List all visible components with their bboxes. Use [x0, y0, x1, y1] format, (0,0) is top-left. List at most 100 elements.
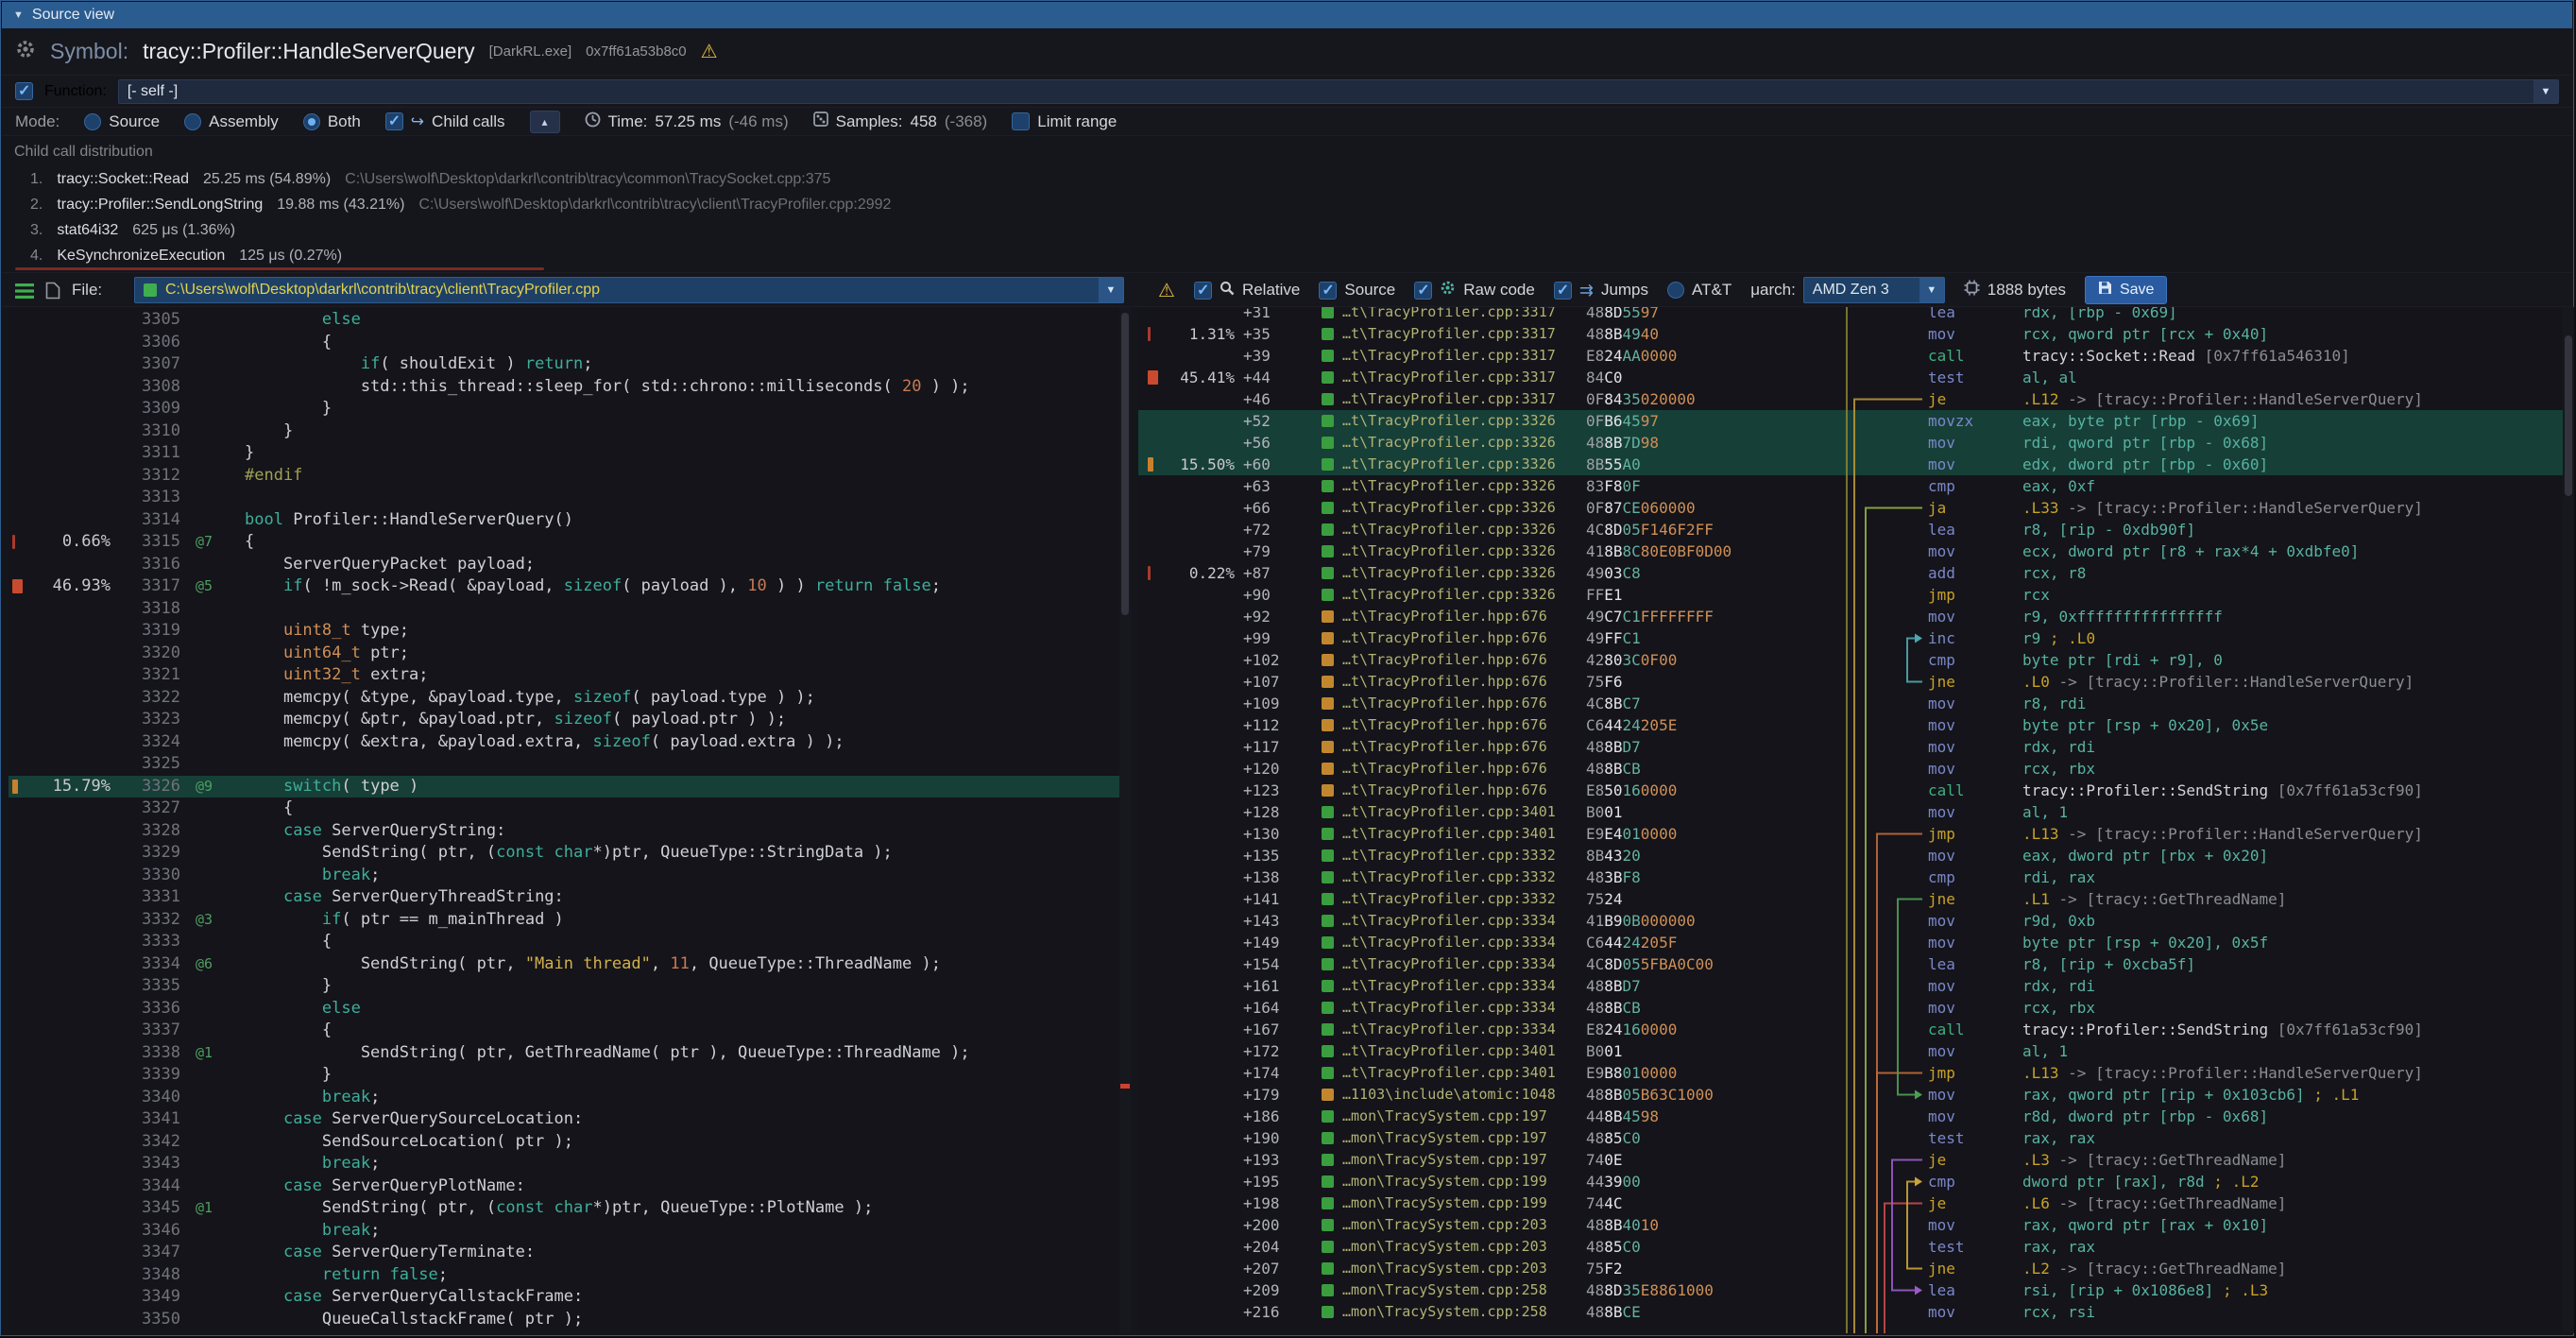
source-line[interactable]: 3321 uint32_t extra;	[9, 664, 1131, 687]
asm-source-location[interactable]: …t\TracyProfiler.hpp:676	[1342, 606, 1580, 627]
asm-instruction-row[interactable]: +31…t\TracyProfiler.cpp:3317488D5597lear…	[1138, 307, 2563, 323]
asm-instruction-row[interactable]: +130…t\TracyProfiler.cpp:3401E9E4010000j…	[1138, 823, 2563, 845]
asm-source-location[interactable]: …t\TracyProfiler.cpp:3326	[1342, 410, 1580, 432]
asm-source-location[interactable]: …t\TracyProfiler.cpp:3326	[1342, 432, 1580, 454]
mode-radio-assembly[interactable]: Assembly	[184, 112, 279, 131]
collapse-icon[interactable]: ▼	[13, 9, 24, 21]
asm-instruction-row[interactable]: +46…t\TracyProfiler.cpp:33170F8435020000…	[1138, 388, 2563, 410]
asm-instruction-row[interactable]: +200…mon\TracySystem.cpp:203488B4010movr…	[1138, 1214, 2563, 1236]
source-line[interactable]: 3309 }	[9, 398, 1131, 420]
asm-source-location[interactable]: …t\TracyProfiler.cpp:3326	[1342, 497, 1580, 519]
function-checkbox[interactable]	[15, 82, 33, 100]
asm-instruction-row[interactable]: +135…t\TracyProfiler.cpp:33328B4320movea…	[1138, 845, 2563, 866]
asm-instruction-row[interactable]: +149…t\TracyProfiler.cpp:3334C64424205Fm…	[1138, 932, 2563, 953]
asm-instruction-row[interactable]: 0.22%+87…t\TracyProfiler.cpp:33264903C8a…	[1138, 562, 2563, 584]
source-line[interactable]: 3307 if( shouldExit ) return;	[9, 353, 1131, 376]
asm-source-location[interactable]: …mon\TracySystem.cpp:199	[1342, 1192, 1580, 1214]
asm-source-location[interactable]: …t\TracyProfiler.cpp:3332	[1342, 845, 1580, 866]
source-line[interactable]: 3312#endif	[9, 465, 1131, 488]
asm-source-location[interactable]: …t\TracyProfiler.hpp:676	[1342, 671, 1580, 693]
source-line[interactable]: 3339 }	[9, 1064, 1131, 1087]
asm-source-location[interactable]: …t\TracyProfiler.cpp:3332	[1342, 866, 1580, 888]
source-line[interactable]: 3311}	[9, 442, 1131, 465]
asm-source-location[interactable]: …t\TracyProfiler.cpp:3326	[1342, 475, 1580, 497]
asm-source-location[interactable]: …t\TracyProfiler.hpp:676	[1342, 693, 1580, 714]
source-line[interactable]: 3344 case ServerQueryPlotName:	[9, 1175, 1131, 1198]
child-call-row[interactable]: 2. tracy::Profiler::SendLongString 19.88…	[2, 194, 891, 216]
asm-source-location[interactable]: …mon\TracySystem.cpp:197	[1342, 1127, 1580, 1149]
asm-source-location[interactable]: …t\TracyProfiler.cpp:3332	[1342, 888, 1580, 910]
source-line[interactable]: 3310 }	[9, 420, 1131, 443]
asm-instruction-row[interactable]: +52…t\TracyProfiler.cpp:33260FB64597movz…	[1138, 410, 2563, 432]
asm-instruction-row[interactable]: +99…t\TracyProfiler.hpp:67649FFC1incr9 ;…	[1138, 627, 2563, 649]
asm-instruction-row[interactable]: 15.50%+60…t\TracyProfiler.cpp:33268B55A0…	[1138, 454, 2563, 475]
asm-instruction-row[interactable]: +66…t\TracyProfiler.cpp:33260F87CE060000…	[1138, 497, 2563, 519]
asm-instruction-row[interactable]: +209…mon\TracySystem.cpp:258488D35E88610…	[1138, 1279, 2563, 1301]
asm-source-location[interactable]: …t\TracyProfiler.hpp:676	[1342, 714, 1580, 736]
asm-instruction-row[interactable]: +92…t\TracyProfiler.hpp:67649C7C1FFFFFFF…	[1138, 606, 2563, 627]
asm-instruction-row[interactable]: +141…t\TracyProfiler.cpp:33327524jne.L1 …	[1138, 888, 2563, 910]
source-line[interactable]: 3350 QueueCallstackFrame( ptr );	[9, 1309, 1131, 1331]
function-select[interactable]: [- self -] ▼	[118, 79, 2559, 104]
child-calls-checkbox[interactable]: ↪ Child calls	[385, 112, 505, 131]
asm-source-location[interactable]: …t\TracyProfiler.cpp:3326	[1342, 454, 1580, 475]
source-line[interactable]: 3346 break;	[9, 1220, 1131, 1243]
asm-instruction-row[interactable]: 45.41%+44…t\TracyProfiler.cpp:331784C0te…	[1138, 367, 2563, 388]
small-toggle-button[interactable]: ▴	[530, 111, 560, 133]
source-line[interactable]: 3306 {	[9, 332, 1131, 354]
asm-source-location[interactable]: …mon\TracySystem.cpp:203	[1342, 1236, 1580, 1258]
asm-source-location[interactable]: …t\TracyProfiler.hpp:676	[1342, 627, 1580, 649]
child-call-row[interactable]: 1. tracy::Socket::Read 25.25 ms (54.89%)…	[2, 168, 830, 191]
asm-instruction-row[interactable]: +154…t\TracyProfiler.cpp:33344C8D055FBA0…	[1138, 953, 2563, 975]
source-line[interactable]: 15.79%3326@9 switch( type )	[9, 776, 1131, 798]
asm-source-location[interactable]: …t\TracyProfiler.cpp:3334	[1342, 932, 1580, 953]
source-line[interactable]: 3328 case ServerQueryString:	[9, 820, 1131, 843]
asm-instruction-row[interactable]: +193…mon\TracySystem.cpp:197740Eje.L3 ->…	[1138, 1149, 2563, 1171]
asm-instruction-row[interactable]: +198…mon\TracySystem.cpp:199744Cje.L6 ->…	[1138, 1192, 2563, 1214]
source-line[interactable]: 3327 {	[9, 798, 1131, 820]
save-button[interactable]: Save	[2085, 276, 2167, 304]
asm-source-location[interactable]: …t\TracyProfiler.cpp:3317	[1342, 388, 1580, 410]
source-line[interactable]: 3342 SendSourceLocation( ptr );	[9, 1131, 1131, 1154]
chevron-down-icon[interactable]: ▼	[2533, 80, 2558, 103]
asm-instruction-row[interactable]: +161…t\TracyProfiler.cpp:3334488BD7movrd…	[1138, 975, 2563, 997]
asm-instruction-row[interactable]: +138…t\TracyProfiler.cpp:3332483BF8cmprd…	[1138, 866, 2563, 888]
asm-source-location[interactable]: …t\TracyProfiler.hpp:676	[1342, 649, 1580, 671]
asm-instruction-row[interactable]: +56…t\TracyProfiler.cpp:3326488B7D98movr…	[1138, 432, 2563, 454]
asm-instruction-row[interactable]: +123…t\TracyProfiler.hpp:676E850160000ca…	[1138, 780, 2563, 801]
asm-source-location[interactable]: …mon\TracySystem.cpp:197	[1342, 1106, 1580, 1127]
source-line[interactable]: 3337 {	[9, 1020, 1131, 1042]
asm-source-location[interactable]: …1103\include\atomic:1048	[1342, 1084, 1580, 1106]
asm-source-location[interactable]: …t\TracyProfiler.cpp:3317	[1342, 323, 1580, 345]
asm-source-location[interactable]: …t\TracyProfiler.cpp:3326	[1342, 540, 1580, 562]
source-checkbox[interactable]: Source	[1319, 281, 1395, 300]
source-line[interactable]: 3318	[9, 598, 1131, 621]
asm-source-location[interactable]: …t\TracyProfiler.cpp:3326	[1342, 562, 1580, 584]
asm-source-location[interactable]: …t\TracyProfiler.cpp:3326	[1342, 584, 1580, 606]
source-line[interactable]: 3313	[9, 487, 1131, 509]
limit-range-checkbox[interactable]: Limit range	[1012, 112, 1117, 131]
assembly-vscrollbar[interactable]	[2563, 307, 2574, 1333]
asm-source-location[interactable]: …t\TracyProfiler.cpp:3334	[1342, 975, 1580, 997]
asm-instruction-row[interactable]: +164…t\TracyProfiler.cpp:3334488BCBmovrc…	[1138, 997, 2563, 1019]
chevron-down-icon[interactable]: ▼	[1099, 278, 1123, 302]
asm-instruction-row[interactable]: +90…t\TracyProfiler.cpp:3326FFE1jmprcx	[1138, 584, 2563, 606]
titlebar[interactable]: ▼ Source view	[2, 2, 2572, 28]
asm-instruction-row[interactable]: +117…t\TracyProfiler.hpp:676488BD7movrdx…	[1138, 736, 2563, 758]
source-vscroll-thumb[interactable]	[1121, 313, 1129, 615]
mode-radio-source[interactable]: Source	[84, 112, 160, 131]
asm-source-location[interactable]: …t\TracyProfiler.cpp:3326	[1342, 519, 1580, 540]
asm-instruction-row[interactable]: +112…t\TracyProfiler.hpp:676C64424205Emo…	[1138, 714, 2563, 736]
source-line[interactable]: 3324 memcpy( &extra, &payload.extra, siz…	[9, 731, 1131, 754]
asm-source-location[interactable]: …t\TracyProfiler.cpp:3401	[1342, 1062, 1580, 1084]
source-line[interactable]: 3325	[9, 753, 1131, 776]
file-select[interactable]: C:\Users\wolf\Desktop\darkrl\contrib\tra…	[134, 277, 1124, 303]
asm-instruction-row[interactable]: +179…1103\include\atomic:1048488B05B63C1…	[1138, 1084, 2563, 1106]
asm-source-location[interactable]: …mon\TracySystem.cpp:203	[1342, 1214, 1580, 1236]
asm-source-location[interactable]: …mon\TracySystem.cpp:203	[1342, 1258, 1580, 1279]
source-line[interactable]: 3335 }	[9, 975, 1131, 998]
source-line[interactable]: 3320 uint64_t ptr;	[9, 643, 1131, 665]
assembly-pane[interactable]: +31…t\TracyProfiler.cpp:3317488D5597lear…	[1138, 307, 2563, 1333]
asm-source-location[interactable]: …t\TracyProfiler.cpp:3317	[1342, 345, 1580, 367]
mode-radio-both[interactable]: Both	[303, 112, 361, 131]
